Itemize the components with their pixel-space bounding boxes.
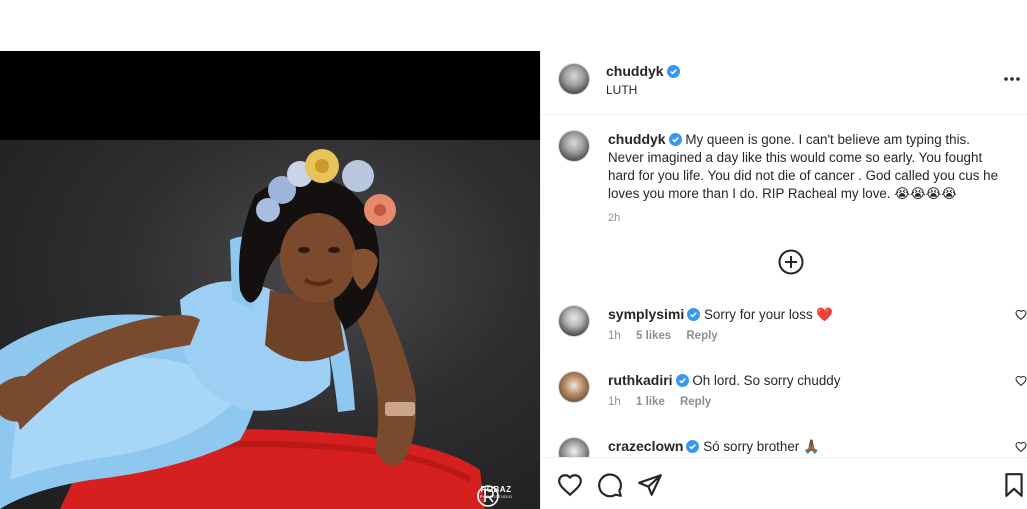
comment-emoji: ❤️: [816, 307, 834, 322]
author-name-row: chuddyk: [606, 63, 680, 81]
heart-icon[interactable]: [557, 472, 583, 498]
comment-bubble-icon[interactable]: [597, 472, 623, 498]
comment-item: crazeclown Só sorry brother 🙏🏾: [541, 437, 1027, 457]
comment-time: 1h: [608, 396, 621, 408]
caption-time: 2h: [608, 212, 621, 224]
caption-username[interactable]: chuddyk: [608, 131, 666, 147]
reply-button[interactable]: Reply: [686, 330, 717, 342]
comment-text: Oh lord. So sorry chuddy: [692, 373, 841, 388]
comment-time: 1h: [608, 330, 621, 342]
post-photo[interactable]: ROBAZ PHOTOSTUDIO: [0, 51, 540, 509]
verified-badge-icon: [668, 133, 682, 146]
caption-emojis: 😭😭😭😭: [894, 186, 957, 201]
comment-text: Só sorry brother: [703, 439, 800, 454]
top-whitespace: [0, 0, 1027, 51]
robaz-logo: [477, 485, 499, 507]
comments-list: symplysimi Sorry for your loss ❤️ 1h 5 l…: [541, 296, 1027, 457]
verified-badge-icon: [666, 65, 680, 78]
action-bar: [541, 457, 1027, 509]
author-avatar[interactable]: [558, 63, 590, 95]
comment-text-row: symplysimi Sorry for your loss ❤️: [608, 305, 988, 324]
caption-avatar[interactable]: [558, 130, 590, 162]
post-header: chuddyk LUTH: [541, 51, 1027, 115]
plus-circle-icon[interactable]: [777, 248, 805, 276]
comment-like-heart-icon[interactable]: [1015, 441, 1027, 453]
photo-letterbox: [0, 51, 540, 140]
post-location[interactable]: LUTH: [606, 83, 637, 97]
verified-badge-icon: [686, 440, 700, 453]
comment-like-heart-icon[interactable]: [1015, 375, 1027, 387]
robaz-watermark: ROBAZ PHOTOSTUDIO: [476, 484, 516, 507]
verified-badge-icon: [675, 374, 689, 387]
comment-text-row: crazeclown Só sorry brother 🙏🏾: [608, 437, 988, 456]
comment-text-row: ruthkadiri Oh lord. So sorry chuddy: [608, 371, 988, 390]
comment-item: symplysimi Sorry for your loss ❤️ 1h 5 l…: [541, 305, 1027, 365]
comment-likes[interactable]: 5 likes: [636, 330, 671, 342]
comment-meta: 1h 1 like Reply: [608, 396, 723, 408]
comment-avatar[interactable]: [558, 371, 590, 403]
verified-badge-icon: [687, 308, 701, 321]
comment-username[interactable]: crazeclown: [608, 438, 683, 454]
comment-avatar[interactable]: [558, 305, 590, 337]
comment-item: ruthkadiri Oh lord. So sorry chuddy 1h 1…: [541, 371, 1027, 431]
reply-button[interactable]: Reply: [680, 396, 711, 408]
comment-text: Sorry for your loss: [704, 307, 813, 322]
post-details-panel: chuddyk LUTH chuddyk My queen is gone. I…: [540, 51, 1027, 509]
comment-username[interactable]: symplysimi: [608, 306, 684, 322]
comment-avatar[interactable]: [558, 437, 590, 457]
bookmark-icon[interactable]: [1001, 472, 1027, 498]
comment-emoji: 🙏🏾: [802, 439, 820, 454]
more-options-icon[interactable]: [1002, 73, 1022, 85]
photo-scene: ROBAZ PHOTOSTUDIO: [0, 140, 540, 509]
comment-like-heart-icon[interactable]: [1015, 309, 1027, 321]
comment-username[interactable]: ruthkadiri: [608, 372, 673, 388]
author-username[interactable]: chuddyk: [606, 63, 664, 79]
caption-text-block: chuddyk My queen is gone. I can't believ…: [608, 130, 1008, 203]
portrait-illustration: [0, 149, 485, 509]
paper-plane-icon[interactable]: [637, 472, 663, 498]
comment-meta: 1h 5 likes Reply: [608, 330, 730, 342]
comment-likes[interactable]: 1 like: [636, 396, 665, 408]
